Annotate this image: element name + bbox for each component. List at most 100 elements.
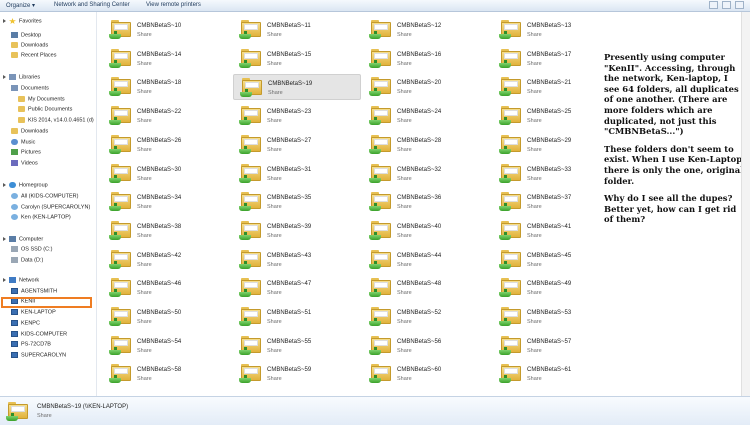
- nav-item-data-d[interactable]: Data (D:): [11, 257, 43, 263]
- folder-tile[interactable]: CMBNBetaS~50 Share: [103, 304, 231, 330]
- shared-folder-icon: [6, 401, 29, 421]
- expand-arrow-icon[interactable]: [3, 278, 6, 282]
- organize-button[interactable]: Organize ▾: [6, 2, 35, 9]
- folder-tile[interactable]: CMBNBetaS~61 Share: [493, 361, 621, 387]
- folder-tile[interactable]: CMBNBetaS~29 Share: [493, 132, 621, 158]
- folder-tile[interactable]: CMBNBetaS~53 Share: [493, 304, 621, 330]
- folder-tile[interactable]: CMBNBetaS~33 Share: [493, 161, 621, 187]
- folder-tile[interactable]: CMBNBetaS~22 Share: [103, 103, 231, 129]
- folder-tile[interactable]: CMBNBetaS~10 Share: [103, 17, 231, 43]
- folder-tile[interactable]: CMBNBetaS~57 Share: [493, 333, 621, 359]
- folder-tile[interactable]: CMBNBetaS~17 Share: [493, 46, 621, 72]
- folder-tile[interactable]: CMBNBetaS~58 Share: [103, 361, 231, 387]
- folder-tile[interactable]: CMBNBetaS~44 Share: [363, 247, 491, 273]
- nav-item-videos[interactable]: Videos: [11, 160, 38, 166]
- nav-item-kis-2014-v14-0-0-4651-d[interactable]: KIS 2014, v14.0.0.4651 (d): [18, 117, 94, 123]
- nav-item-os-ssd-c[interactable]: OS SSD (C:): [11, 246, 52, 252]
- vertical-scrollbar[interactable]: [741, 12, 750, 396]
- folder-tile[interactable]: CMBNBetaS~31 Share: [233, 161, 361, 187]
- folder-tile[interactable]: CMBNBetaS~38 Share: [103, 218, 231, 244]
- nav-item-computer[interactable]: Computer: [3, 236, 43, 242]
- folder-tile[interactable]: CMBNBetaS~46 Share: [103, 275, 231, 301]
- nav-item-libraries[interactable]: Libraries: [3, 74, 40, 80]
- nav-item-ken-laptop[interactable]: KEN-LAPTOP: [11, 309, 56, 315]
- view-remote-printers-button[interactable]: View remote printers: [146, 2, 201, 8]
- folder-tile[interactable]: CMBNBetaS~19 Share: [233, 74, 361, 101]
- folder-tile[interactable]: CMBNBetaS~30 Share: [103, 161, 231, 187]
- folder-tile[interactable]: CMBNBetaS~35 Share: [233, 189, 361, 215]
- folder-tile[interactable]: CMBNBetaS~45 Share: [493, 247, 621, 273]
- expand-arrow-icon[interactable]: [3, 75, 6, 79]
- folder-tile[interactable]: CMBNBetaS~11 Share: [233, 17, 361, 43]
- folder-tile[interactable]: CMBNBetaS~41 Share: [493, 218, 621, 244]
- nav-item-ken-ken-laptop[interactable]: Ken (KEN-LAPTOP): [11, 214, 71, 220]
- folder-tile[interactable]: CMBNBetaS~60 Share: [363, 361, 491, 387]
- nav-item-label: Downloads: [21, 128, 49, 135]
- nav-item-network[interactable]: Network: [3, 277, 39, 283]
- nav-item-favorites[interactable]: Favorites: [3, 18, 42, 24]
- nav-item-all-kids-computer[interactable]: All (KIDS-COMPUTER): [11, 193, 78, 199]
- folder-tile[interactable]: CMBNBetaS~48 Share: [363, 275, 491, 301]
- nav-item-agentsmith[interactable]: AGENTSMITH: [11, 288, 57, 294]
- folder-tile[interactable]: CMBNBetaS~47 Share: [233, 275, 361, 301]
- folder-tile[interactable]: CMBNBetaS~18 Share: [103, 74, 231, 100]
- folder-tile[interactable]: CMBNBetaS~27 Share: [233, 132, 361, 158]
- nav-item-documents[interactable]: Documents: [11, 85, 49, 91]
- folder-tile[interactable]: CMBNBetaS~13 Share: [493, 17, 621, 43]
- nav-item-pictures[interactable]: Pictures: [11, 149, 41, 155]
- folder-tile[interactable]: CMBNBetaS~54 Share: [103, 333, 231, 359]
- folder-tile[interactable]: CMBNBetaS~49 Share: [493, 275, 621, 301]
- folder-tile[interactable]: CMBNBetaS~21 Share: [493, 74, 621, 100]
- folder-tile[interactable]: CMBNBetaS~24 Share: [363, 103, 491, 129]
- nav-item-public-documents[interactable]: Public Documents: [18, 106, 72, 112]
- folder-tile[interactable]: CMBNBetaS~43 Share: [233, 247, 361, 273]
- expand-arrow-icon[interactable]: [3, 183, 6, 187]
- change-view-icon[interactable]: [709, 1, 718, 9]
- shared-folder-icon: [239, 249, 262, 269]
- folder-tile[interactable]: CMBNBetaS~51 Share: [233, 304, 361, 330]
- folder-name: CMBNBetaS~20: [397, 80, 442, 87]
- folder-tile[interactable]: CMBNBetaS~25 Share: [493, 103, 621, 129]
- folder-tile[interactable]: CMBNBetaS~26 Share: [103, 132, 231, 158]
- nav-item-kids-computer[interactable]: KIDS-COMPUTER: [11, 331, 67, 337]
- folder-tile[interactable]: CMBNBetaS~59 Share: [233, 361, 361, 387]
- nav-item-desktop[interactable]: Desktop: [11, 32, 41, 38]
- folder-tile[interactable]: CMBNBetaS~37 Share: [493, 189, 621, 215]
- note-paragraph-2: These folders don't seem to exist. When …: [604, 143, 746, 186]
- nav-item-carolyn-supercarolyn[interactable]: Carolyn (SUPERCAROLYN): [11, 204, 90, 210]
- help-icon[interactable]: [735, 1, 744, 9]
- folder-tile[interactable]: CMBNBetaS~28 Share: [363, 132, 491, 158]
- preview-pane-icon[interactable]: [722, 1, 731, 9]
- folder-tile[interactable]: CMBNBetaS~16 Share: [363, 46, 491, 72]
- nav-item-recent-places[interactable]: Recent Places: [11, 52, 56, 58]
- folder-tile[interactable]: CMBNBetaS~36 Share: [363, 189, 491, 215]
- network-sharing-center-button[interactable]: Network and Sharing Center: [54, 2, 130, 8]
- folder-name: CMBNBetaS~60: [397, 367, 442, 374]
- folder-tile[interactable]: CMBNBetaS~23 Share: [233, 103, 361, 129]
- folder-name: CMBNBetaS~56: [397, 338, 442, 345]
- nav-item-my-documents[interactable]: My Documents: [18, 96, 65, 102]
- folder-tile[interactable]: CMBNBetaS~32 Share: [363, 161, 491, 187]
- folder-tile[interactable]: CMBNBetaS~39 Share: [233, 218, 361, 244]
- folder-tile[interactable]: CMBNBetaS~56 Share: [363, 333, 491, 359]
- folder-tile[interactable]: CMBNBetaS~40 Share: [363, 218, 491, 244]
- expand-arrow-icon[interactable]: [3, 19, 6, 23]
- folder-tile[interactable]: CMBNBetaS~42 Share: [103, 247, 231, 273]
- nav-item-downloads[interactable]: Downloads: [11, 42, 48, 48]
- expand-arrow-icon[interactable]: [3, 237, 6, 241]
- nav-item-homegroup[interactable]: Homegroup: [3, 182, 48, 188]
- folder-tile[interactable]: CMBNBetaS~20 Share: [363, 74, 491, 100]
- nav-item-kenpc[interactable]: KENPC: [11, 320, 40, 326]
- folder-tile[interactable]: CMBNBetaS~55 Share: [233, 333, 361, 359]
- folder-tile[interactable]: CMBNBetaS~14 Share: [103, 46, 231, 72]
- nav-item-downloads[interactable]: Downloads: [11, 128, 48, 134]
- nav-item-ps-72cd7b[interactable]: PS-72CD7B: [11, 341, 51, 347]
- folder-tile[interactable]: CMBNBetaS~15 Share: [233, 46, 361, 72]
- folder-tile[interactable]: CMBNBetaS~52 Share: [363, 304, 491, 330]
- nav-item-supercarolyn[interactable]: SUPERCAROLYN: [11, 352, 66, 358]
- folder-tile[interactable]: CMBNBetaS~34 Share: [103, 189, 231, 215]
- folder-tile[interactable]: CMBNBetaS~12 Share: [363, 17, 491, 43]
- shared-folder-icon: [499, 277, 522, 298]
- folder-type: Share: [267, 319, 282, 325]
- nav-item-music[interactable]: Music: [11, 139, 35, 145]
